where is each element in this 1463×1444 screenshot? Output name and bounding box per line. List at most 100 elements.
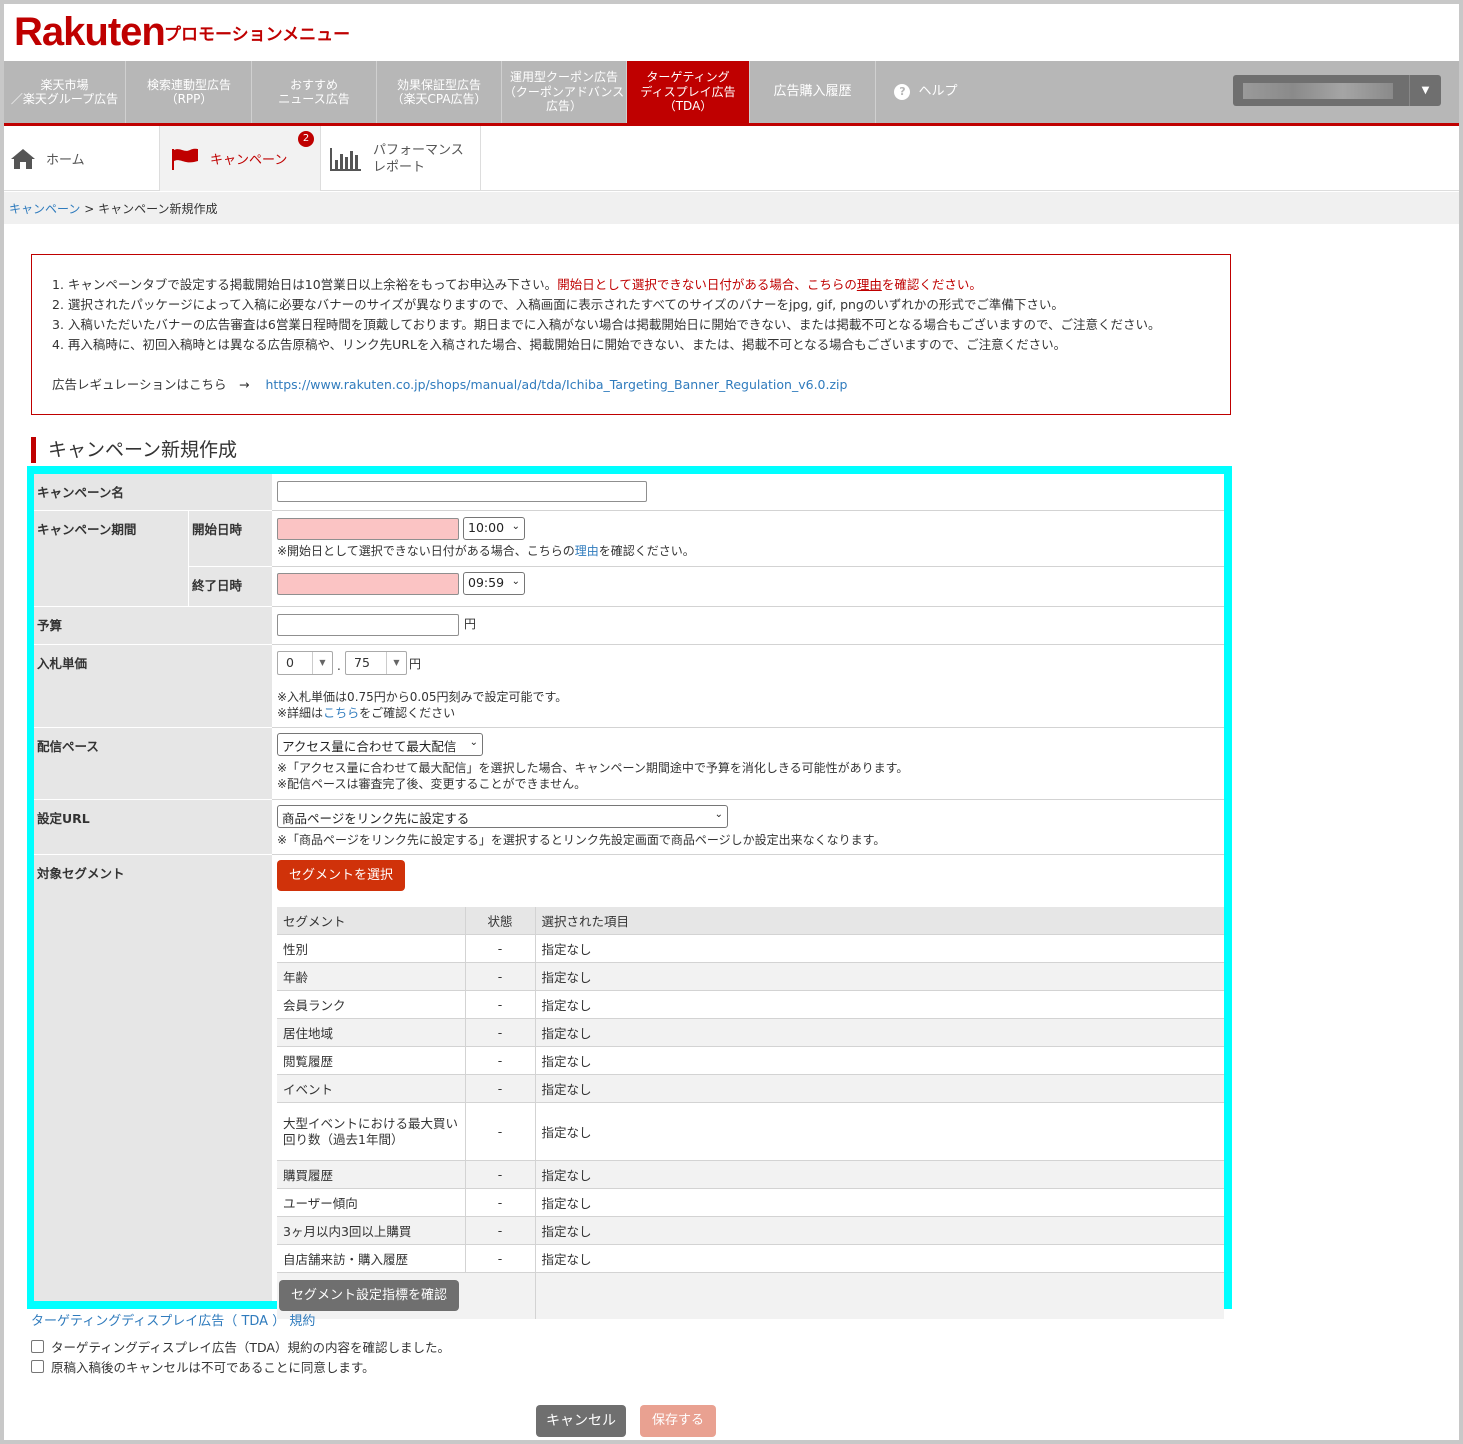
label-campaign-name: キャンペーン名: [34, 474, 272, 510]
table-row: 閲覧履歴 - 指定なし: [277, 1046, 1224, 1075]
row-divider: [272, 644, 1224, 645]
segment-status: -: [464, 990, 535, 1019]
save-button[interactable]: 保存する: [640, 1405, 716, 1437]
nav-item-history[interactable]: 広告購入履歴: [750, 61, 876, 123]
segment-selected: 指定なし: [534, 1160, 1224, 1189]
table-row: ユーザー傾向 - 指定なし: [277, 1188, 1224, 1217]
nav-item-news[interactable]: おすすめ ニュース広告: [252, 61, 377, 123]
nav-item-rpp[interactable]: 検索連動型広告 （RPP）: [127, 61, 252, 123]
regulation-link[interactable]: https://www.rakuten.co.jp/shops/manual/a…: [265, 377, 847, 392]
notice-line-1-text: 1. キャンペーンタブで設定する掲載開始日は10営業日以上余裕をもってお申込み下…: [52, 277, 558, 292]
segment-selected: 指定なし: [534, 962, 1224, 991]
breadcrumb-separator: >: [80, 202, 99, 216]
label-url: 設定URL: [34, 800, 272, 854]
campaign-name-input[interactable]: [277, 481, 647, 502]
main-nav: 楽天市場 ／楽天グループ広告 検索連動型広告 （RPP） おすすめ ニュース広告…: [4, 61, 1459, 126]
table-row: セグメント設定指標を確認: [277, 1272, 1224, 1319]
url-value: 商品ページをリンク先に設定する: [282, 811, 470, 826]
bid-decimal-select[interactable]: 75 ▼: [345, 651, 407, 675]
cancel-agree-checkbox[interactable]: [31, 1360, 44, 1373]
col-selected: 選択された項目: [534, 907, 1224, 935]
segment-selected: 指定なし: [534, 1046, 1224, 1075]
campaign-form: キャンペーン名 キャンペーン期間 開始日時 終了日時 予算 入札単価 配信ペース…: [34, 474, 1224, 1319]
pace-note: ※「アクセス量に合わせて最大配信」を選択した場合、キャンペーン期間途中で予算を消…: [277, 761, 909, 791]
start-note-text: ※開始日として選択できない日付がある場合、こちらの: [277, 544, 575, 558]
terms-confirm-checkbox[interactable]: [31, 1340, 44, 1353]
bid-note-2-tail: をご確認ください: [359, 706, 456, 720]
header: Rakuten プロモーションメニュー: [4, 4, 1459, 61]
segment-status: -: [464, 1074, 535, 1103]
select-segment-button[interactable]: セグメントを選択: [277, 860, 405, 891]
tab-performance-report[interactable]: パフォーマンス レポート: [321, 126, 481, 191]
breadcrumb-current: キャンペーン新規作成: [98, 202, 218, 216]
nav-item-cpa[interactable]: 効果保証型広告 （楽天CPA広告）: [377, 61, 502, 123]
col-segment: セグメント: [277, 907, 465, 935]
segment-status: -: [464, 1046, 535, 1075]
account-name-blurred: [1243, 83, 1393, 99]
label-end-datetime: 終了日時: [189, 567, 272, 606]
page-title: キャンペーン新規作成: [31, 437, 237, 463]
segment-selected: 指定なし: [534, 1018, 1224, 1047]
segment-name: 3ヶ月以内3回以上購買: [277, 1216, 465, 1245]
budget-input[interactable]: [277, 614, 459, 636]
flag-icon: [172, 148, 198, 170]
terms-link[interactable]: ターゲティングディスプレイ広告（ TDA ） 規約: [31, 1310, 315, 1329]
empty-cell: [534, 1272, 1224, 1319]
table-row: 居住地域 - 指定なし: [277, 1018, 1224, 1047]
segment-status: -: [464, 1188, 535, 1217]
notice-line-1-warning: 開始日として選択できない日付がある場合、こちらの: [557, 277, 857, 292]
segment-status: -: [464, 1018, 535, 1047]
chevron-down-icon: ⌄: [511, 521, 520, 532]
chevron-down-icon: ⌄: [469, 737, 478, 748]
nav-item-tda[interactable]: ターゲティング ディスプレイ広告 （TDA）: [627, 61, 750, 123]
row-divider: [272, 606, 1224, 607]
end-time-select[interactable]: 09:59 ⌄: [463, 572, 525, 595]
account-dropdown[interactable]: ▼: [1233, 75, 1441, 106]
url-select[interactable]: 商品ページをリンク先に設定する ⌄: [277, 805, 728, 828]
row-divider: [272, 727, 1224, 728]
segment-selected: 指定なし: [534, 1244, 1224, 1273]
bid-note-1: ※入札単価は0.75円から0.05円刻みで設定可能です。: [277, 690, 568, 704]
start-reason-link[interactable]: 理由: [575, 544, 599, 558]
notice-line-1: 1. キャンペーンタブで設定する掲載開始日は10営業日以上余裕をもってお申込み下…: [52, 275, 1210, 295]
end-time-value: 09:59: [468, 575, 505, 590]
start-date-input[interactable]: [277, 518, 459, 540]
segment-selected: 指定なし: [534, 990, 1224, 1019]
row-divider: [272, 510, 1224, 511]
tab-campaign[interactable]: キャンペーン 2: [160, 126, 321, 191]
regulation-label: 広告レギュレーションはこちら →: [52, 377, 250, 392]
start-time-select[interactable]: 10:00 ⌄: [463, 517, 525, 540]
tab-home[interactable]: ホーム: [4, 126, 160, 191]
home-icon: [11, 148, 35, 169]
breadcrumb-campaign-link[interactable]: キャンペーン: [9, 202, 80, 216]
notice-reason-link[interactable]: 理由: [857, 277, 882, 292]
caret-down-icon: ▼: [1409, 75, 1441, 106]
table-row: 年齢 - 指定なし: [277, 962, 1224, 991]
nav-item-ichiba[interactable]: 楽天市場 ／楽天グループ広告: [4, 61, 126, 123]
bid-details-link[interactable]: こちら: [323, 706, 359, 720]
nav-item-coupon[interactable]: 運用型クーポン広告 （クーポンアドバンス 広告）: [502, 61, 627, 123]
label-bid: 入札単価: [34, 645, 272, 727]
terms-confirm-row[interactable]: ターゲティングディスプレイ広告（TDA）規約の内容を確認しました。: [31, 1337, 450, 1356]
segment-name: 性別: [277, 934, 465, 963]
segment-name: 大型イベントにおける最大買い回り数（過去1年間）: [277, 1102, 465, 1161]
row-divider: [272, 854, 1224, 855]
table-row: 性別 - 指定なし: [277, 934, 1224, 963]
bid-note-2-text: ※詳細は: [277, 706, 324, 720]
tab-report-label: パフォーマンス レポート: [373, 142, 464, 175]
segment-selected: 指定なし: [534, 1188, 1224, 1217]
pace-select[interactable]: アクセス量に合わせて最大配信 ⌄: [277, 733, 483, 756]
url-note: ※「商品ページをリンク先に設定する」を選択するとリンク先設定画面で商品ページしか…: [277, 833, 886, 847]
label-start-datetime: 開始日時: [189, 511, 272, 566]
segment-name: 居住地域: [277, 1018, 465, 1047]
nav-item-help[interactable]: ? ヘルプ: [876, 61, 976, 123]
cancel-agree-row[interactable]: 原稿入稿後のキャンセルは不可であることに同意します。: [31, 1357, 375, 1376]
rakuten-logo[interactable]: Rakuten: [14, 10, 166, 55]
tab-home-label: ホーム: [46, 153, 85, 168]
segment-metrics-button[interactable]: セグメント設定指標を確認: [279, 1280, 459, 1312]
end-date-input[interactable]: [277, 573, 459, 595]
table-row: 購買履歴 - 指定なし: [277, 1160, 1224, 1189]
cancel-button[interactable]: キャンセル: [536, 1405, 626, 1437]
bid-integer-select[interactable]: 0 ▼: [277, 651, 333, 675]
tab-campaign-label: キャンペーン: [210, 153, 288, 168]
